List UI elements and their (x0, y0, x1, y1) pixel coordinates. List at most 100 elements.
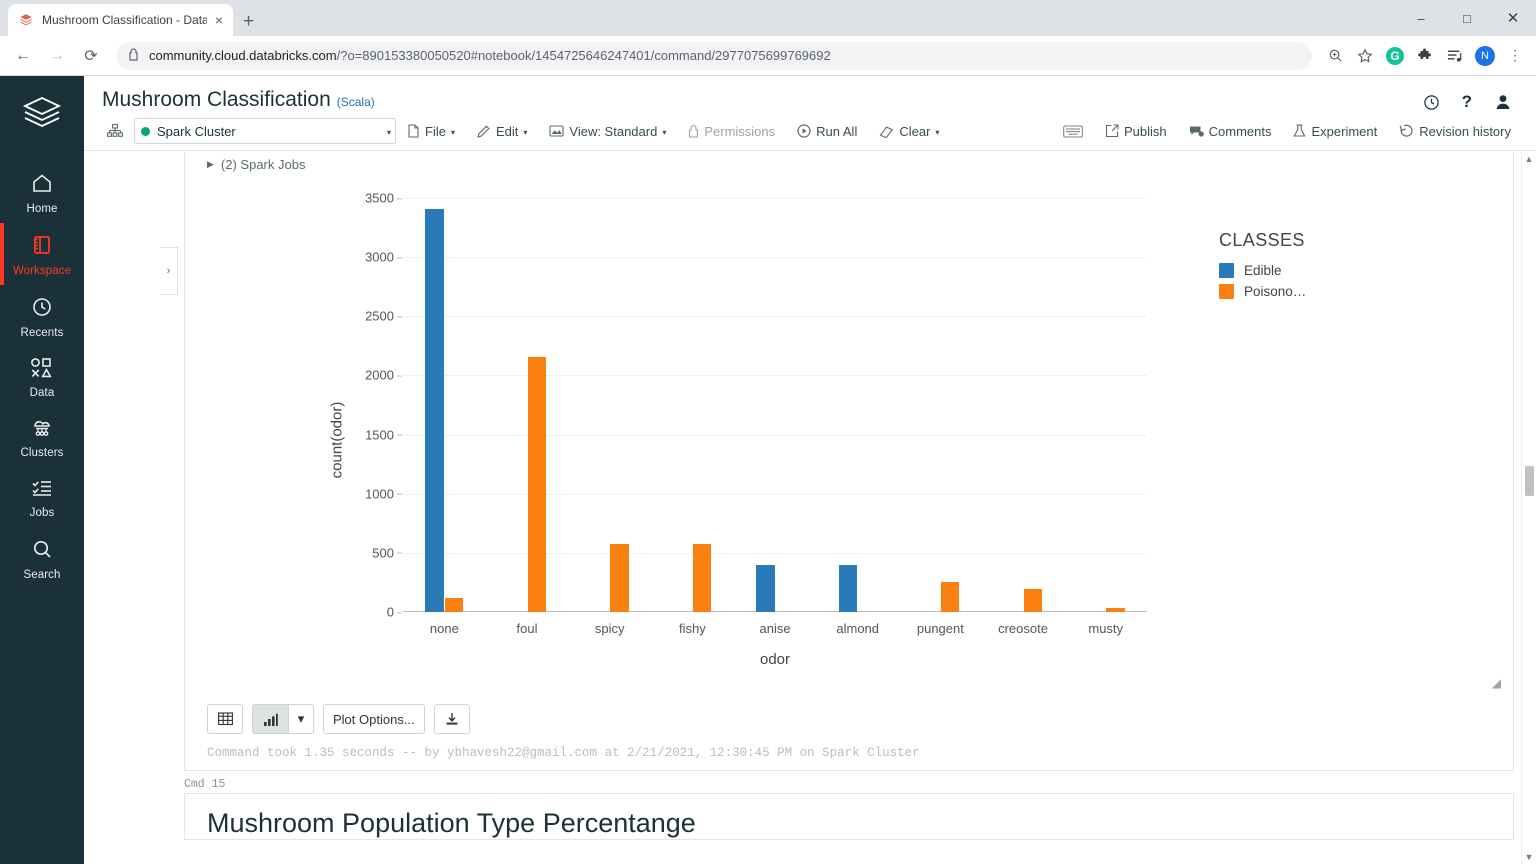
search-icon (30, 537, 54, 566)
comments-label: Comments (1209, 124, 1272, 139)
jobs-icon (29, 477, 55, 504)
browser-tab[interactable]: Mushroom Classification - Datab × (8, 4, 233, 36)
sidebar-item-recents[interactable]: Recents (0, 285, 84, 347)
bar[interactable] (1106, 608, 1125, 612)
workspace-icon (30, 233, 54, 262)
view-image-icon (549, 124, 564, 138)
address-bar[interactable]: community.cloud.databricks.com/?o=890153… (116, 42, 1312, 70)
legend-item[interactable]: Edible (1219, 263, 1513, 278)
sidebar-item-workspace[interactable]: Workspace (0, 223, 84, 285)
databricks-logo-icon[interactable] (21, 92, 63, 139)
y-axis-tick: 2000 (365, 368, 394, 383)
run-all-label: Run All (816, 124, 857, 139)
keyboard-shortcuts-icon[interactable] (1052, 118, 1094, 144)
bar-group: foul (486, 198, 569, 612)
resize-handle-icon[interactable]: ◢ (1492, 676, 1501, 690)
run-all-button[interactable]: Run All (786, 118, 868, 144)
reload-button[interactable]: ⟳ (76, 41, 106, 71)
databricks-favicon-icon (18, 12, 34, 28)
browser-tab-title: Mushroom Classification - Datab (42, 13, 207, 27)
bar[interactable] (528, 357, 547, 612)
cluster-icon (102, 118, 128, 144)
eraser-icon (879, 124, 894, 138)
x-axis-label: odor (403, 651, 1147, 668)
close-tab-icon[interactable]: × (215, 13, 223, 27)
lock-icon (688, 124, 699, 138)
x-axis-tick: anise (734, 621, 817, 636)
url-path: /?o=890153380050520#notebook/14547256462… (337, 48, 831, 63)
extensions-icon[interactable] (1412, 43, 1438, 69)
revision-history-button[interactable]: Revision history (1388, 118, 1522, 144)
bar[interactable] (610, 544, 629, 612)
notebook-cell-output: ▶ (2) Spark Jobs count(odor) 05001000150… (184, 151, 1514, 771)
comments-button[interactable]: Comments (1178, 118, 1283, 144)
chevron-down-icon: ▾ (662, 128, 666, 137)
sidebar-item-search[interactable]: Search (0, 527, 84, 589)
scroll-up-arrow-icon[interactable]: ▲ (1522, 151, 1536, 166)
notebook-language[interactable]: (Scala) (337, 95, 375, 109)
chart-type-dropdown[interactable]: ▾ (288, 704, 314, 734)
spark-jobs-toggle[interactable]: ▶ (2) Spark Jobs (185, 151, 1513, 178)
grammarly-icon[interactable]: G (1382, 43, 1408, 69)
bar[interactable] (839, 565, 858, 612)
grammarly-letter: G (1386, 47, 1404, 65)
page-title-wrap: Mushroom Classification(Scala) (102, 88, 375, 112)
back-button[interactable]: ← (8, 41, 38, 71)
expand-sidebar-toggle[interactable]: › (160, 247, 178, 295)
view-menu-button[interactable]: View: Standard ▾ (538, 118, 677, 144)
bar[interactable] (941, 582, 960, 612)
bar[interactable] (445, 598, 464, 612)
bar-group: almond (816, 198, 899, 612)
close-window-button[interactable]: ✕ (1490, 2, 1536, 34)
zoom-icon[interactable] (1322, 43, 1348, 69)
user-icon[interactable] (1494, 93, 1512, 111)
notebook-cell-next[interactable]: Mushroom Population Type Percentange (184, 793, 1514, 840)
table-view-button[interactable] (207, 704, 243, 734)
reading-list-icon[interactable] (1442, 43, 1468, 69)
maximize-button[interactable]: □ (1444, 2, 1490, 34)
sidebar-item-home[interactable]: Home (0, 161, 84, 223)
bar[interactable] (425, 209, 444, 612)
scrollbar-thumb[interactable] (1525, 466, 1534, 496)
bar-chart-button[interactable] (252, 704, 288, 734)
legend-swatch (1219, 263, 1234, 278)
clock-icon (30, 295, 54, 324)
url-domain: community.cloud.databricks.com (149, 48, 337, 63)
browser-menu-icon[interactable]: ⋮ (1502, 43, 1528, 69)
sidebar-item-clusters[interactable]: Clusters (0, 407, 84, 467)
experiment-button[interactable]: Experiment (1282, 118, 1388, 144)
bar[interactable] (756, 565, 775, 612)
bar[interactable] (1024, 589, 1043, 612)
cluster-picker[interactable]: Spark Cluster ▾ (134, 118, 396, 144)
bar[interactable] (693, 544, 712, 612)
sidebar-item-jobs[interactable]: Jobs (0, 467, 84, 527)
legend-label: Edible (1244, 263, 1282, 278)
profile-avatar[interactable]: N (1472, 43, 1498, 69)
minimize-button[interactable]: – (1398, 2, 1444, 34)
new-tab-button[interactable]: + (243, 12, 254, 31)
plot-options-button[interactable]: Plot Options... (323, 704, 425, 734)
legend-label: Poisono… (1244, 284, 1306, 299)
sidebar-item-data[interactable]: Data (0, 347, 84, 407)
notebook-body: › ▶ (2) Spark Jobs count(odor) 050010001… (84, 151, 1536, 864)
sidebar-item-label: Search (23, 569, 60, 581)
comments-icon (1189, 124, 1204, 138)
file-menu-button[interactable]: File ▾ (396, 118, 466, 144)
vertical-scrollbar[interactable]: ▲ ▼ (1521, 151, 1536, 864)
y-axis-tick: 1500 (365, 427, 394, 442)
x-axis-tick: pungent (899, 621, 982, 636)
bookmark-star-icon[interactable] (1352, 43, 1378, 69)
address-bar-url: community.cloud.databricks.com/?o=890153… (149, 48, 831, 63)
schedule-clock-icon[interactable] (1423, 94, 1440, 111)
experiment-label: Experiment (1311, 124, 1377, 139)
clear-menu-button[interactable]: Clear ▾ (868, 118, 950, 144)
scroll-down-arrow-icon[interactable]: ▼ (1522, 849, 1536, 864)
bar-group: none (403, 198, 486, 612)
download-button[interactable] (434, 704, 470, 734)
app-shell: Home Workspace Recents (0, 76, 1536, 864)
publish-button[interactable]: Publish (1094, 118, 1178, 144)
legend-item[interactable]: Poisono… (1219, 284, 1513, 299)
chevron-down-icon[interactable]: ▾ (387, 128, 391, 137)
edit-menu-button[interactable]: Edit ▾ (466, 118, 538, 144)
help-icon[interactable]: ? (1462, 92, 1472, 112)
